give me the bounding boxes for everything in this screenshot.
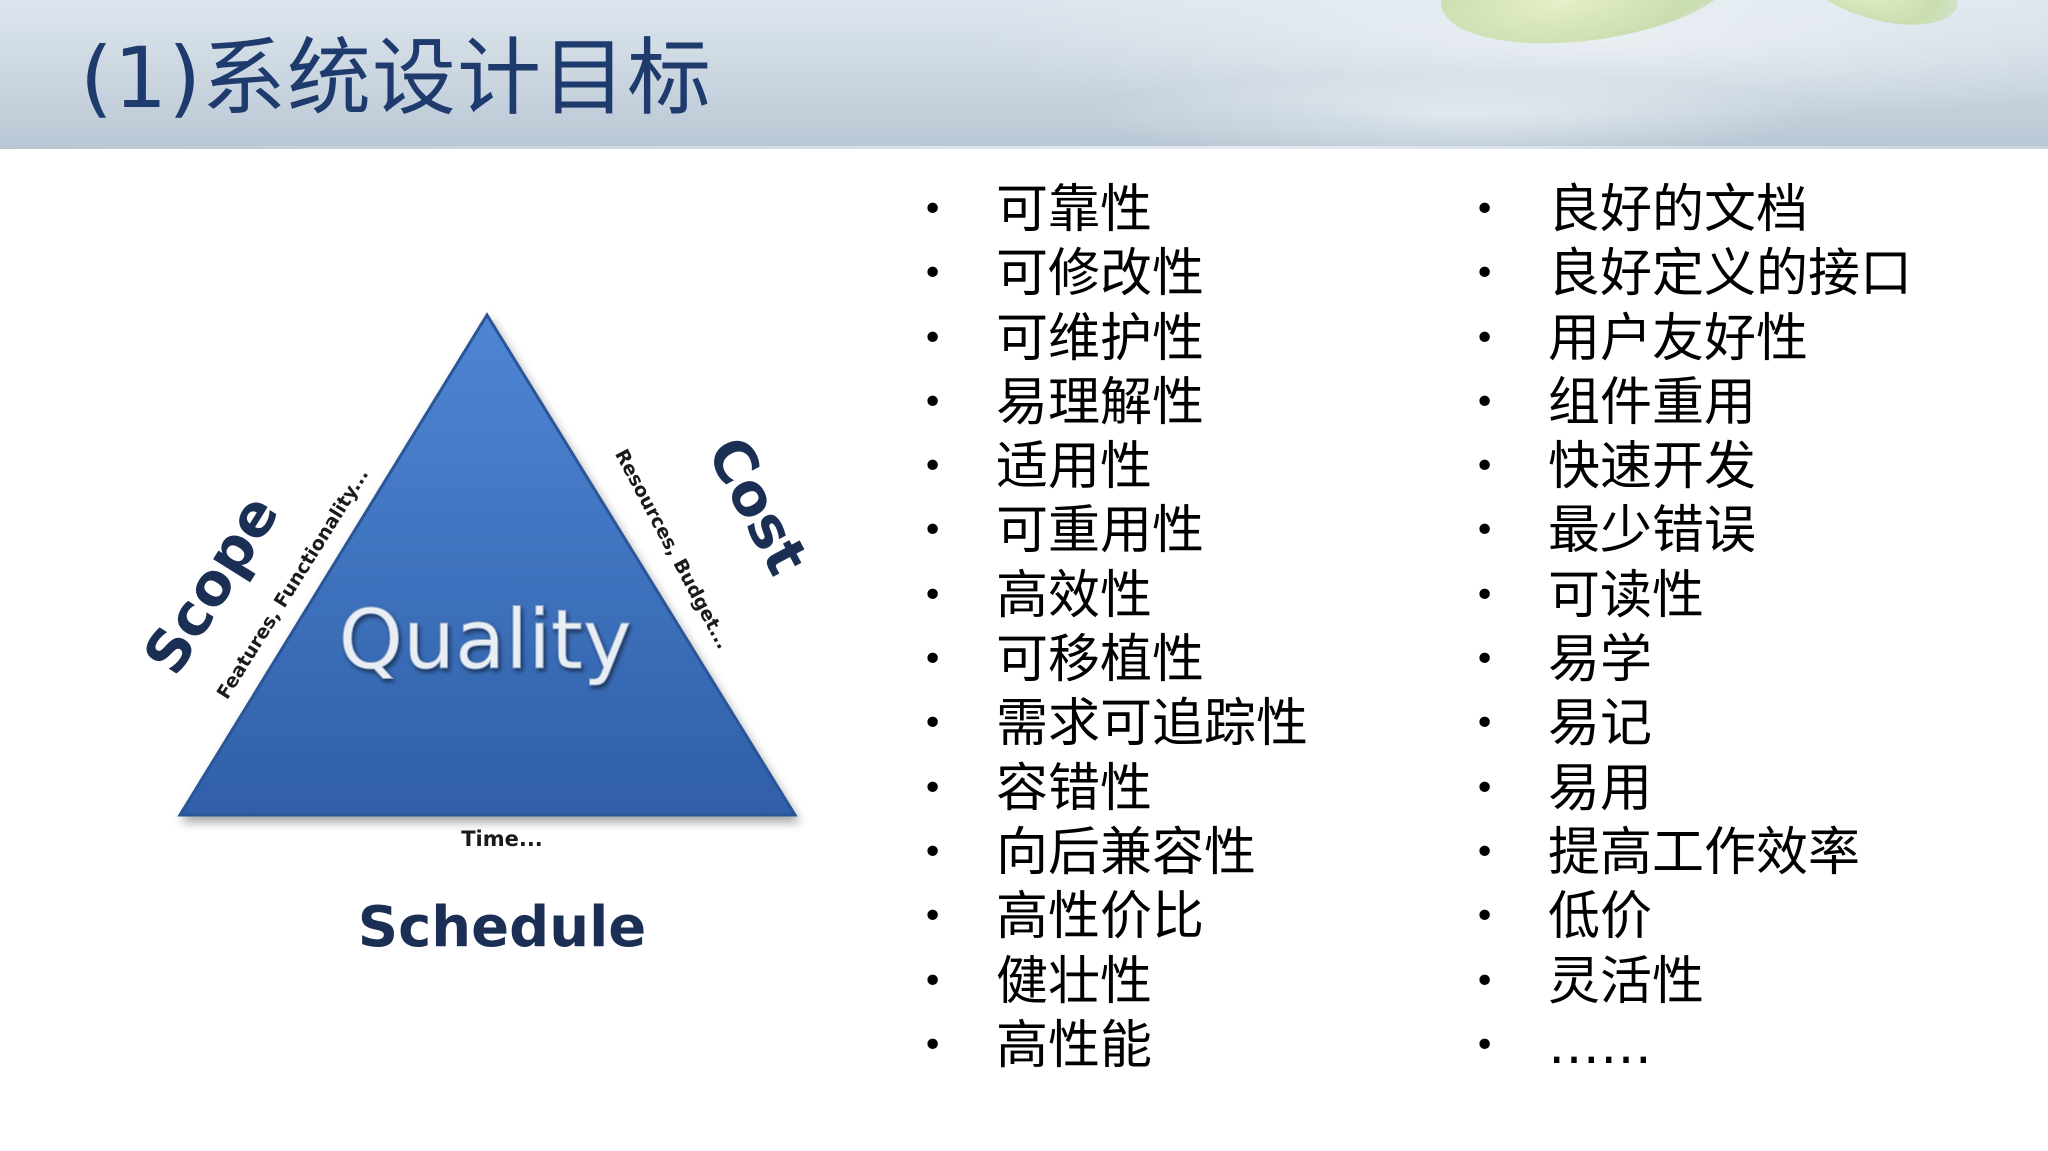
list-item-label: 适用性: [996, 437, 1153, 498]
schedule-label: Schedule: [358, 895, 647, 960]
list-item-label: 可靠性: [996, 180, 1153, 240]
list-item-label: 可重用性: [996, 501, 1205, 562]
bullet-icon: •: [922, 446, 944, 488]
leaf-decoration: [1793, 0, 1967, 40]
bullet-icon: •: [922, 317, 944, 359]
bullet-icon: •: [1474, 1024, 1496, 1066]
bullet-icon: •: [922, 960, 944, 1002]
list-item-label: 快速开发: [1548, 437, 1757, 498]
bullet-icon: •: [1474, 703, 1496, 745]
bullet-icon: •: [1474, 574, 1496, 616]
bullet-icon: •: [1474, 767, 1496, 809]
slide-title: (1)系统设计目标: [80, 29, 712, 127]
list-item-label: 向后兼容性: [996, 822, 1257, 883]
list-item-label: 易学: [1548, 630, 1653, 691]
bullet-icon: •: [922, 189, 944, 230]
quality-label: Quality: [338, 593, 631, 688]
bullet-icon: •: [1474, 831, 1496, 873]
bullet-icon: •: [922, 896, 944, 938]
list-item-label: 健壮性: [996, 951, 1153, 1012]
list-item-label: 灵活性: [1548, 951, 1705, 1012]
list-item-label: 需求可追踪性: [996, 694, 1309, 755]
bullet-icon: •: [1474, 253, 1496, 295]
bullet-icon: •: [1474, 510, 1496, 552]
list-item-label: 高性价比: [996, 887, 1205, 948]
quality-triangle-diagram: Quality Scope Features, Functionality...…: [140, 290, 830, 990]
bullet-icon: •: [1474, 960, 1496, 1002]
bullet-icon: •: [1474, 381, 1496, 423]
bullet-icon: •: [1474, 317, 1496, 359]
list-item-label: 最少错误: [1548, 501, 1757, 562]
bullet-icon: •: [922, 703, 944, 745]
list-item-label: 可修改性: [996, 244, 1205, 305]
list-item-label: 良好定义的接口: [1548, 244, 1913, 305]
list-item-label: 用户友好性: [1548, 308, 1809, 369]
list-item-label: 可移植性: [996, 630, 1205, 691]
bullet-icon: •: [922, 767, 944, 809]
list-item-label: 提高工作效率: [1548, 822, 1861, 883]
quality-triangle: [177, 312, 798, 817]
slide: (1)系统设计目标 Quality Scope Features, Functi…: [0, 0, 2048, 1151]
list-item-label: 良好的文档: [1548, 180, 1809, 240]
triangle-svg: Quality Scope Features, Functionality...…: [140, 312, 822, 960]
list-item-label: 易用: [1548, 758, 1653, 819]
bullet-icon: •: [922, 510, 944, 552]
leaf-decoration: [1433, 0, 1747, 61]
list-item-label: 易记: [1548, 694, 1653, 755]
scope-label: Scope: [140, 483, 292, 686]
list-item-label: 高性能: [996, 1015, 1153, 1076]
bullet-icon: •: [1474, 189, 1496, 230]
list-item-label: 低价: [1548, 887, 1653, 948]
list-item-label: 可维护性: [996, 308, 1205, 369]
time-sublabel: Time...: [461, 827, 543, 851]
cost-label: Cost: [694, 426, 822, 586]
bullet-icon: •: [922, 831, 944, 873]
bullet-icon: •: [1474, 446, 1496, 488]
bullet-icon: •: [922, 1024, 944, 1066]
bullet-icon: •: [922, 639, 944, 681]
bullet-icon: •: [922, 381, 944, 423]
bullet-icon: •: [1474, 639, 1496, 681]
list-item-label: ……: [1548, 1015, 1652, 1076]
bullet-icon: •: [922, 253, 944, 295]
list-item-label: 可读性: [1548, 565, 1705, 626]
list-item-label: 高效性: [996, 565, 1153, 626]
bullet-icon: •: [922, 574, 944, 616]
header-divider: [0, 146, 2048, 149]
list-item-label: 组件重用: [1548, 372, 1757, 433]
list-item-label: 容错性: [996, 758, 1153, 819]
bullet-icon: •: [1474, 896, 1496, 938]
list-item-label: 易理解性: [996, 372, 1205, 433]
